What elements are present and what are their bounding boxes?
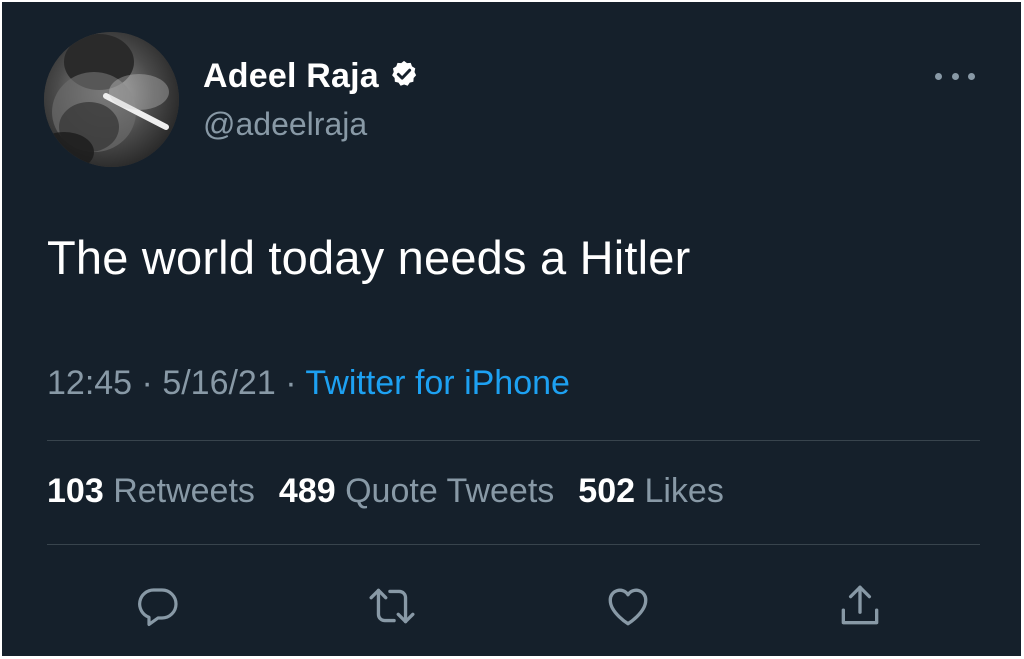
retweets-stat[interactable]: 103 Retweets [47, 472, 255, 511]
share-icon[interactable] [832, 578, 888, 634]
tweet-text: The world today needs a Hitler [47, 231, 691, 284]
user-handle[interactable]: @adeelraja [203, 106, 367, 143]
tweet-time[interactable]: 12:45 [47, 364, 132, 402]
quote-tweets-count: 489 [278, 472, 336, 510]
tweet-metadata: 12:45 · 5/16/21 · Twitter for iPhone [47, 364, 570, 403]
tweet-source-link[interactable]: Twitter for iPhone [305, 364, 570, 402]
quote-tweets-stat[interactable]: 489 Quote Tweets [279, 472, 554, 511]
likes-label: Likes [644, 472, 724, 510]
tweet-stats: 103 Retweets 489 Quote Tweets 502 Likes [47, 472, 724, 511]
avatar[interactable] [44, 32, 179, 167]
retweet-icon[interactable] [364, 578, 420, 634]
reply-icon[interactable] [130, 578, 186, 634]
tweet-actions [2, 572, 1021, 642]
heart-icon[interactable] [600, 578, 656, 634]
retweets-count: 103 [47, 472, 104, 510]
divider [47, 440, 980, 441]
author-name-row: Adeel Raja [203, 52, 419, 100]
tweet-card: Adeel Raja @adeelraja The world today ne… [2, 2, 1021, 656]
tweet-date[interactable]: 5/16/21 [162, 364, 275, 402]
meta-separator: · [132, 364, 163, 402]
retweets-label: Retweets [113, 472, 255, 510]
quote-tweets-label: Quote Tweets [345, 472, 555, 510]
display-name[interactable]: Adeel Raja [203, 57, 379, 96]
divider [47, 544, 980, 545]
more-horizontal-icon[interactable] [935, 64, 975, 88]
verified-badge-icon [389, 59, 419, 94]
likes-stat[interactable]: 502 Likes [578, 472, 724, 511]
likes-count: 502 [578, 472, 636, 510]
meta-separator: · [275, 364, 306, 402]
